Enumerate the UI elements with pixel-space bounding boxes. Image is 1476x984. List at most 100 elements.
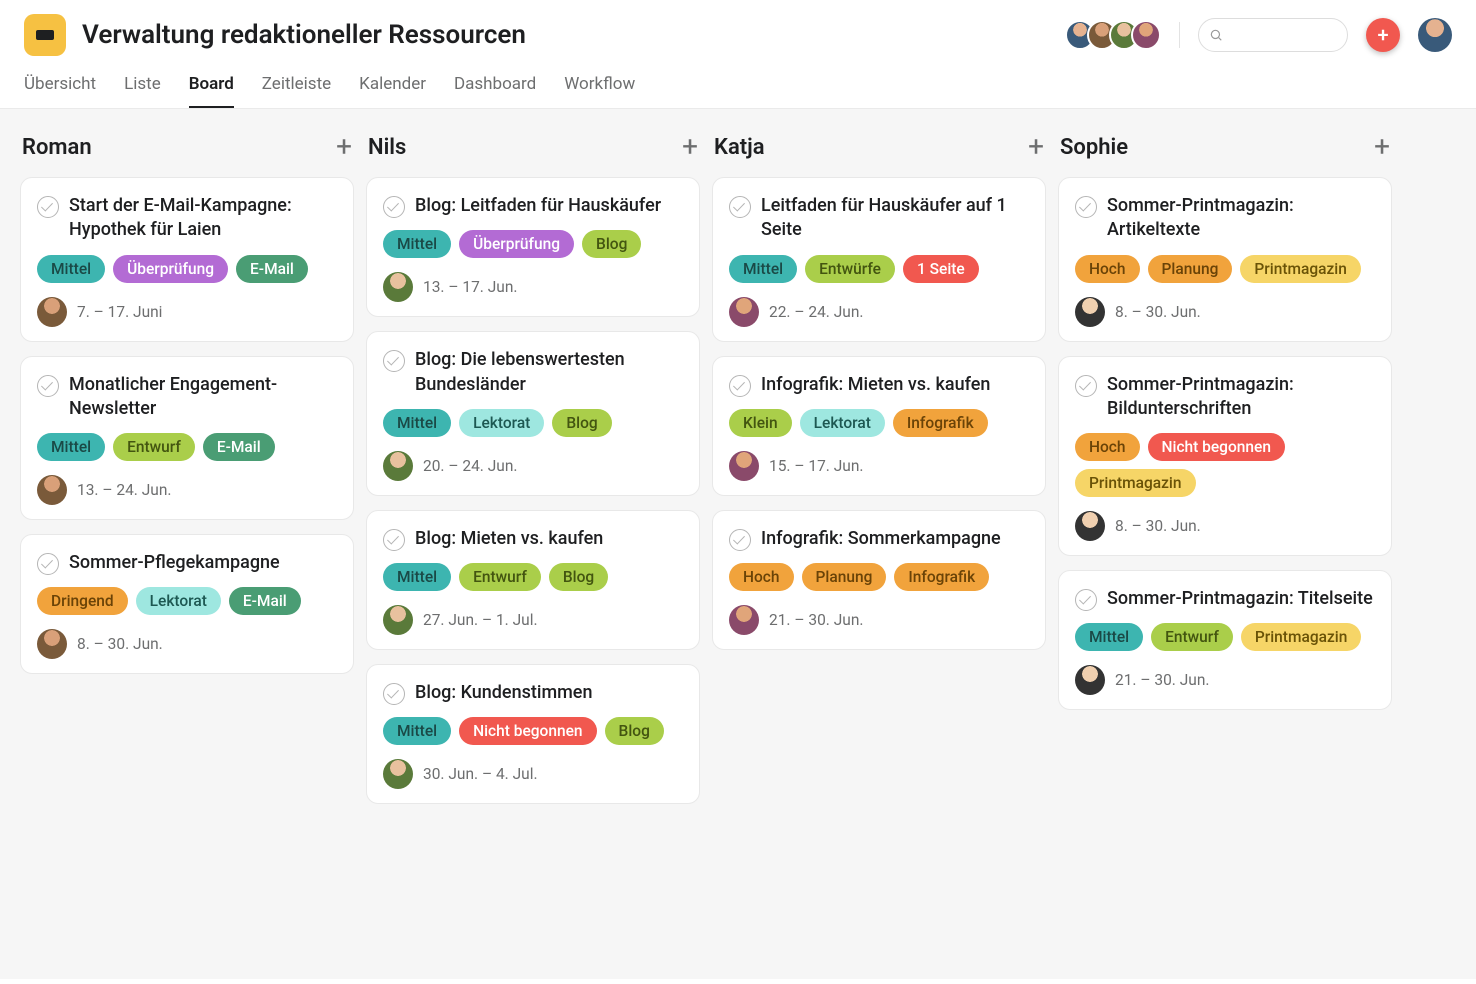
task-card[interactable]: Start der E-Mail-Kampagne: Hypothek für … <box>20 177 354 342</box>
complete-checkbox[interactable] <box>729 529 751 551</box>
tag[interactable]: Lektorat <box>800 409 885 437</box>
assignee-avatar[interactable] <box>383 605 413 635</box>
tag[interactable]: Lektorat <box>459 409 544 437</box>
tag-row: Dringend Lektorat E-Mail <box>37 587 337 615</box>
tag-row: Mittel Entwurf E-Mail <box>37 433 337 461</box>
column-add-button[interactable]: + <box>682 133 698 161</box>
column-add-button[interactable]: + <box>1028 133 1044 161</box>
assignee-avatar[interactable] <box>729 451 759 481</box>
tag[interactable]: Mittel <box>383 563 451 591</box>
task-card[interactable]: Infografik: SommerkampagneHochPlanungInf… <box>712 510 1046 650</box>
tag[interactable]: Hoch <box>1075 255 1140 283</box>
task-card[interactable]: Sommer-Printmagazin: TitelseiteMittelEnt… <box>1058 570 1392 710</box>
assignee-avatar[interactable] <box>1075 665 1105 695</box>
complete-checkbox[interactable] <box>1075 589 1097 611</box>
complete-checkbox[interactable] <box>383 196 405 218</box>
tab-kalender[interactable]: Kalender <box>359 74 426 108</box>
complete-checkbox[interactable] <box>37 196 59 218</box>
tag[interactable]: Nicht begonnen <box>459 717 596 745</box>
task-card[interactable]: Sommer-Printmagazin: BildunterschriftenH… <box>1058 356 1392 557</box>
tag[interactable]: Planung <box>1148 255 1233 283</box>
member-avatars[interactable] <box>1065 20 1161 50</box>
tag[interactable]: Entwurf <box>459 563 541 591</box>
complete-checkbox[interactable] <box>383 350 405 372</box>
task-card[interactable]: Leitfaden für Hauskäufer auf 1 SeiteMitt… <box>712 177 1046 342</box>
task-card[interactable]: Monatlicher Engagement-NewsletterMittelE… <box>20 356 354 521</box>
tag[interactable]: Mittel <box>729 255 797 283</box>
tag[interactable]: Dringend <box>37 587 128 615</box>
assignee-avatar[interactable] <box>37 475 67 505</box>
assignee-avatar[interactable] <box>383 451 413 481</box>
tag[interactable]: Blog <box>552 409 611 437</box>
complete-checkbox[interactable] <box>729 196 751 218</box>
complete-checkbox[interactable] <box>37 553 59 575</box>
complete-checkbox[interactable] <box>729 375 751 397</box>
tag[interactable]: Printmagazin <box>1241 623 1362 651</box>
tab-übersicht[interactable]: Übersicht <box>24 74 96 108</box>
assignee-avatar[interactable] <box>37 629 67 659</box>
tag[interactable]: Mittel <box>37 255 105 283</box>
tag[interactable]: Entwurf <box>113 433 195 461</box>
tag[interactable]: Überprüfung <box>459 230 574 258</box>
tab-workflow[interactable]: Workflow <box>564 74 635 108</box>
complete-checkbox[interactable] <box>1075 375 1097 397</box>
task-card[interactable]: Infografik: Mieten vs. kaufenKleinLektor… <box>712 356 1046 496</box>
tag[interactable]: Mittel <box>383 409 451 437</box>
tag[interactable]: Lektorat <box>136 587 221 615</box>
tab-dashboard[interactable]: Dashboard <box>454 74 536 108</box>
column-add-button[interactable]: + <box>1374 133 1390 161</box>
tag[interactable]: Printmagazin <box>1075 469 1196 497</box>
column-add-button[interactable]: + <box>336 133 352 161</box>
avatar[interactable] <box>1131 20 1161 50</box>
task-card[interactable]: Blog: Leitfaden für HauskäuferMittelÜber… <box>366 177 700 317</box>
tag[interactable]: Entwurf <box>1151 623 1233 651</box>
assignee-avatar[interactable] <box>383 272 413 302</box>
tag[interactable]: Mittel <box>383 717 451 745</box>
tab-liste[interactable]: Liste <box>124 74 161 108</box>
tag[interactable]: Blog <box>549 563 608 591</box>
user-avatar[interactable] <box>1418 18 1452 52</box>
tag[interactable]: Printmagazin <box>1240 255 1361 283</box>
complete-checkbox[interactable] <box>383 529 405 551</box>
tab-board[interactable]: Board <box>189 74 234 108</box>
assignee-avatar[interactable] <box>37 297 67 327</box>
task-dates: 7. – 17. Juni <box>77 303 162 321</box>
task-card[interactable]: Blog: Die lebenswertesten BundesländerMi… <box>366 331 700 496</box>
task-card[interactable]: Sommer-PflegekampagneDringendLektoratE-M… <box>20 534 354 674</box>
assignee-avatar[interactable] <box>1075 511 1105 541</box>
tag[interactable]: Hoch <box>729 563 794 591</box>
assignee-avatar[interactable] <box>729 605 759 635</box>
tag[interactable]: Entwürfe <box>805 255 895 283</box>
tab-zeitleiste[interactable]: Zeitleiste <box>262 74 331 108</box>
assignee-avatar[interactable] <box>1075 297 1105 327</box>
tag[interactable]: Planung <box>802 563 887 591</box>
assignee-avatar[interactable] <box>383 759 413 789</box>
tag[interactable]: Mittel <box>1075 623 1143 651</box>
column-title: Sophie <box>1060 135 1128 160</box>
tag[interactable]: 1 Seite <box>903 255 979 283</box>
task-card[interactable]: Blog: KundenstimmenMittelNicht begonnenB… <box>366 664 700 804</box>
task-card[interactable]: Sommer-Printmagazin: ArtikeltexteHochPla… <box>1058 177 1392 342</box>
tag[interactable]: Überprüfung <box>113 255 228 283</box>
tag[interactable]: Mittel <box>37 433 105 461</box>
complete-checkbox[interactable] <box>383 683 405 705</box>
tag[interactable]: Blog <box>605 717 664 745</box>
complete-checkbox[interactable] <box>37 375 59 397</box>
complete-checkbox[interactable] <box>1075 196 1097 218</box>
tag[interactable]: E-Mail <box>229 587 301 615</box>
tag[interactable]: Nicht begonnen <box>1148 433 1285 461</box>
tag[interactable]: E-Mail <box>203 433 275 461</box>
tag[interactable]: E-Mail <box>236 255 308 283</box>
column-title: Roman <box>22 135 92 160</box>
tag-row: Mittel Nicht begonnen Blog <box>383 717 683 745</box>
assignee-avatar[interactable] <box>729 297 759 327</box>
add-button[interactable]: + <box>1366 18 1400 52</box>
tag[interactable]: Infografik <box>893 409 988 437</box>
tag[interactable]: Hoch <box>1075 433 1140 461</box>
tag[interactable]: Blog <box>582 230 641 258</box>
task-card[interactable]: Blog: Mieten vs. kaufenMittelEntwurfBlog… <box>366 510 700 650</box>
tag[interactable]: Klein <box>729 409 792 437</box>
search-input[interactable] <box>1198 18 1348 52</box>
tag[interactable]: Mittel <box>383 230 451 258</box>
tag[interactable]: Infografik <box>894 563 989 591</box>
